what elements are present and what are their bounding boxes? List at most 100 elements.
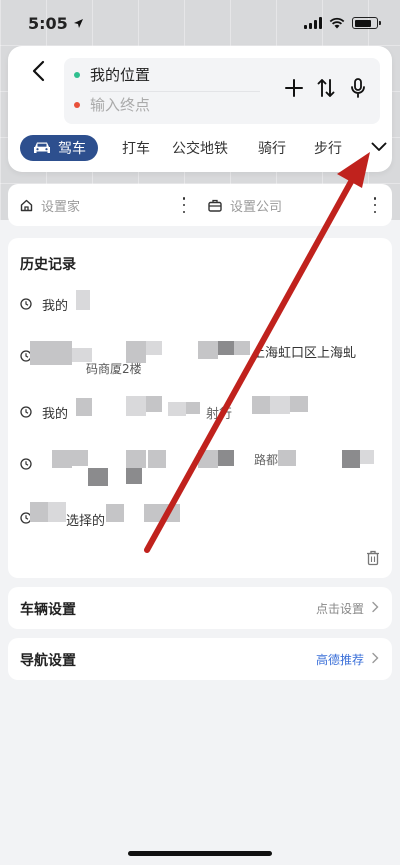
swap-route-button[interactable]: [316, 78, 336, 98]
expand-modes-button[interactable]: [368, 136, 390, 158]
history-card: 历史记录 我的 上海虹口区上海虬 码商厦2楼 我的 射行 路都 选择的: [8, 238, 392, 578]
redacted-area: [126, 396, 146, 416]
status-time: 5:05: [28, 13, 68, 33]
home-indicator: [128, 851, 272, 856]
redacted-area: [146, 341, 162, 355]
redacted-area: [342, 450, 360, 468]
wifi-icon: [329, 17, 345, 29]
plus-icon: [285, 79, 303, 97]
start-location-label: 我的位置: [90, 66, 151, 84]
vehicle-settings-row[interactable]: 车辆设置 点击设置: [8, 587, 392, 629]
history-item-text: 选择的: [66, 514, 106, 529]
redacted-area: [218, 450, 234, 466]
chevron-down-icon: [371, 142, 387, 151]
route-divider: [90, 91, 260, 92]
redacted-area: [72, 450, 88, 466]
history-item[interactable]: 我的: [20, 402, 68, 422]
swap-vertical-icon: [317, 79, 335, 97]
start-dot-icon: [74, 71, 80, 78]
redacted-area: [148, 450, 166, 468]
tab-drive-label: 驾车: [58, 141, 86, 157]
set-home-label: 设置家: [41, 199, 81, 215]
tab-cycling[interactable]: 骑行: [258, 138, 286, 158]
clock-icon: [20, 406, 32, 418]
redacted-area: [186, 402, 200, 414]
home-more-button[interactable]: [181, 197, 187, 213]
redacted-area: [360, 450, 374, 464]
history-item-text: 我的: [42, 298, 69, 314]
chevron-left-icon: [32, 60, 45, 82]
redacted-area: [290, 396, 308, 412]
cellular-signal-icon: [304, 17, 322, 29]
redacted-area: [126, 468, 142, 484]
clock-icon: [20, 298, 32, 310]
redacted-area: [252, 396, 270, 414]
redacted-area: [144, 504, 180, 522]
set-company-button[interactable]: 设置公司: [208, 184, 282, 226]
home-company-card: 设置家 设置公司: [8, 184, 392, 226]
history-item[interactable]: 我的: [20, 294, 68, 314]
redacted-area: [76, 290, 90, 310]
redacted-area: [146, 396, 162, 412]
location-arrow-icon: [73, 18, 83, 28]
chevron-right-icon: [372, 601, 379, 613]
tab-walking[interactable]: 步行: [314, 138, 342, 158]
tab-drive[interactable]: 驾车: [20, 135, 98, 161]
redacted-area: [88, 468, 108, 486]
back-button[interactable]: [24, 56, 54, 86]
navigation-settings-title: 导航设置: [20, 653, 76, 669]
status-right: [304, 17, 381, 29]
car-icon: [34, 142, 50, 153]
redacted-area: [52, 450, 72, 468]
set-company-label: 设置公司: [230, 199, 283, 215]
history-item-text: 我的: [42, 406, 69, 422]
redacted-area: [30, 341, 54, 365]
history-item-secondary-text: 射行: [206, 407, 233, 422]
redacted-area: [218, 341, 234, 355]
set-home-button[interactable]: 设置家: [20, 184, 80, 226]
voice-input-button[interactable]: [348, 78, 368, 98]
redacted-area: [278, 450, 296, 466]
destination-field[interactable]: 输入终点: [74, 94, 150, 115]
tab-transit[interactable]: 公交地铁: [172, 138, 228, 158]
home-icon: [20, 199, 33, 211]
history-item-text: 码商厦2楼: [86, 362, 142, 376]
vehicle-settings-value: 点击设置: [315, 602, 364, 616]
tab-taxi[interactable]: 打车: [122, 138, 150, 158]
route-search-card: 我的位置 输入终点 驾车 打车 公交地铁 骑行 步行: [8, 46, 392, 172]
redacted-area: [48, 502, 66, 522]
redacted-area: [198, 450, 218, 468]
navigation-settings-value: 高德推荐: [315, 653, 364, 667]
clock-icon: [20, 458, 32, 470]
redacted-area: [198, 341, 218, 359]
history-item-secondary-text: 路都: [254, 453, 279, 467]
start-location-field[interactable]: 我的位置: [74, 64, 150, 85]
history-item-secondary-text: 上海虹口区上海虬: [252, 346, 357, 361]
destination-placeholder: 输入终点: [90, 96, 151, 114]
briefcase-icon: [208, 199, 222, 212]
navigation-settings-row[interactable]: 导航设置 高德推荐: [8, 638, 392, 680]
battery-icon: [352, 17, 381, 29]
clear-history-button[interactable]: [366, 550, 380, 566]
status-left: 5:05: [28, 14, 84, 33]
redacted-area: [126, 450, 146, 468]
travel-mode-tabs: 驾车 打车 公交地铁 骑行 步行: [20, 134, 390, 162]
microphone-icon: [351, 78, 365, 98]
route-input-box: 我的位置 输入终点: [64, 58, 380, 124]
redacted-area: [76, 398, 92, 416]
redacted-area: [168, 402, 186, 416]
redacted-area: [30, 502, 48, 522]
chevron-right-icon: [372, 652, 379, 664]
vehicle-settings-title: 车辆设置: [20, 602, 76, 618]
company-more-button[interactable]: [372, 197, 378, 213]
add-waypoint-button[interactable]: [284, 78, 304, 98]
status-bar: 5:05: [0, 0, 400, 46]
redacted-area: [106, 504, 124, 522]
history-title: 历史记录: [20, 257, 76, 273]
redacted-area: [270, 396, 290, 414]
history-item[interactable]: [20, 454, 42, 474]
end-dot-icon: [74, 101, 80, 108]
route-actions: [284, 78, 368, 98]
redacted-area: [54, 341, 72, 365]
redacted-area: [234, 341, 250, 355]
